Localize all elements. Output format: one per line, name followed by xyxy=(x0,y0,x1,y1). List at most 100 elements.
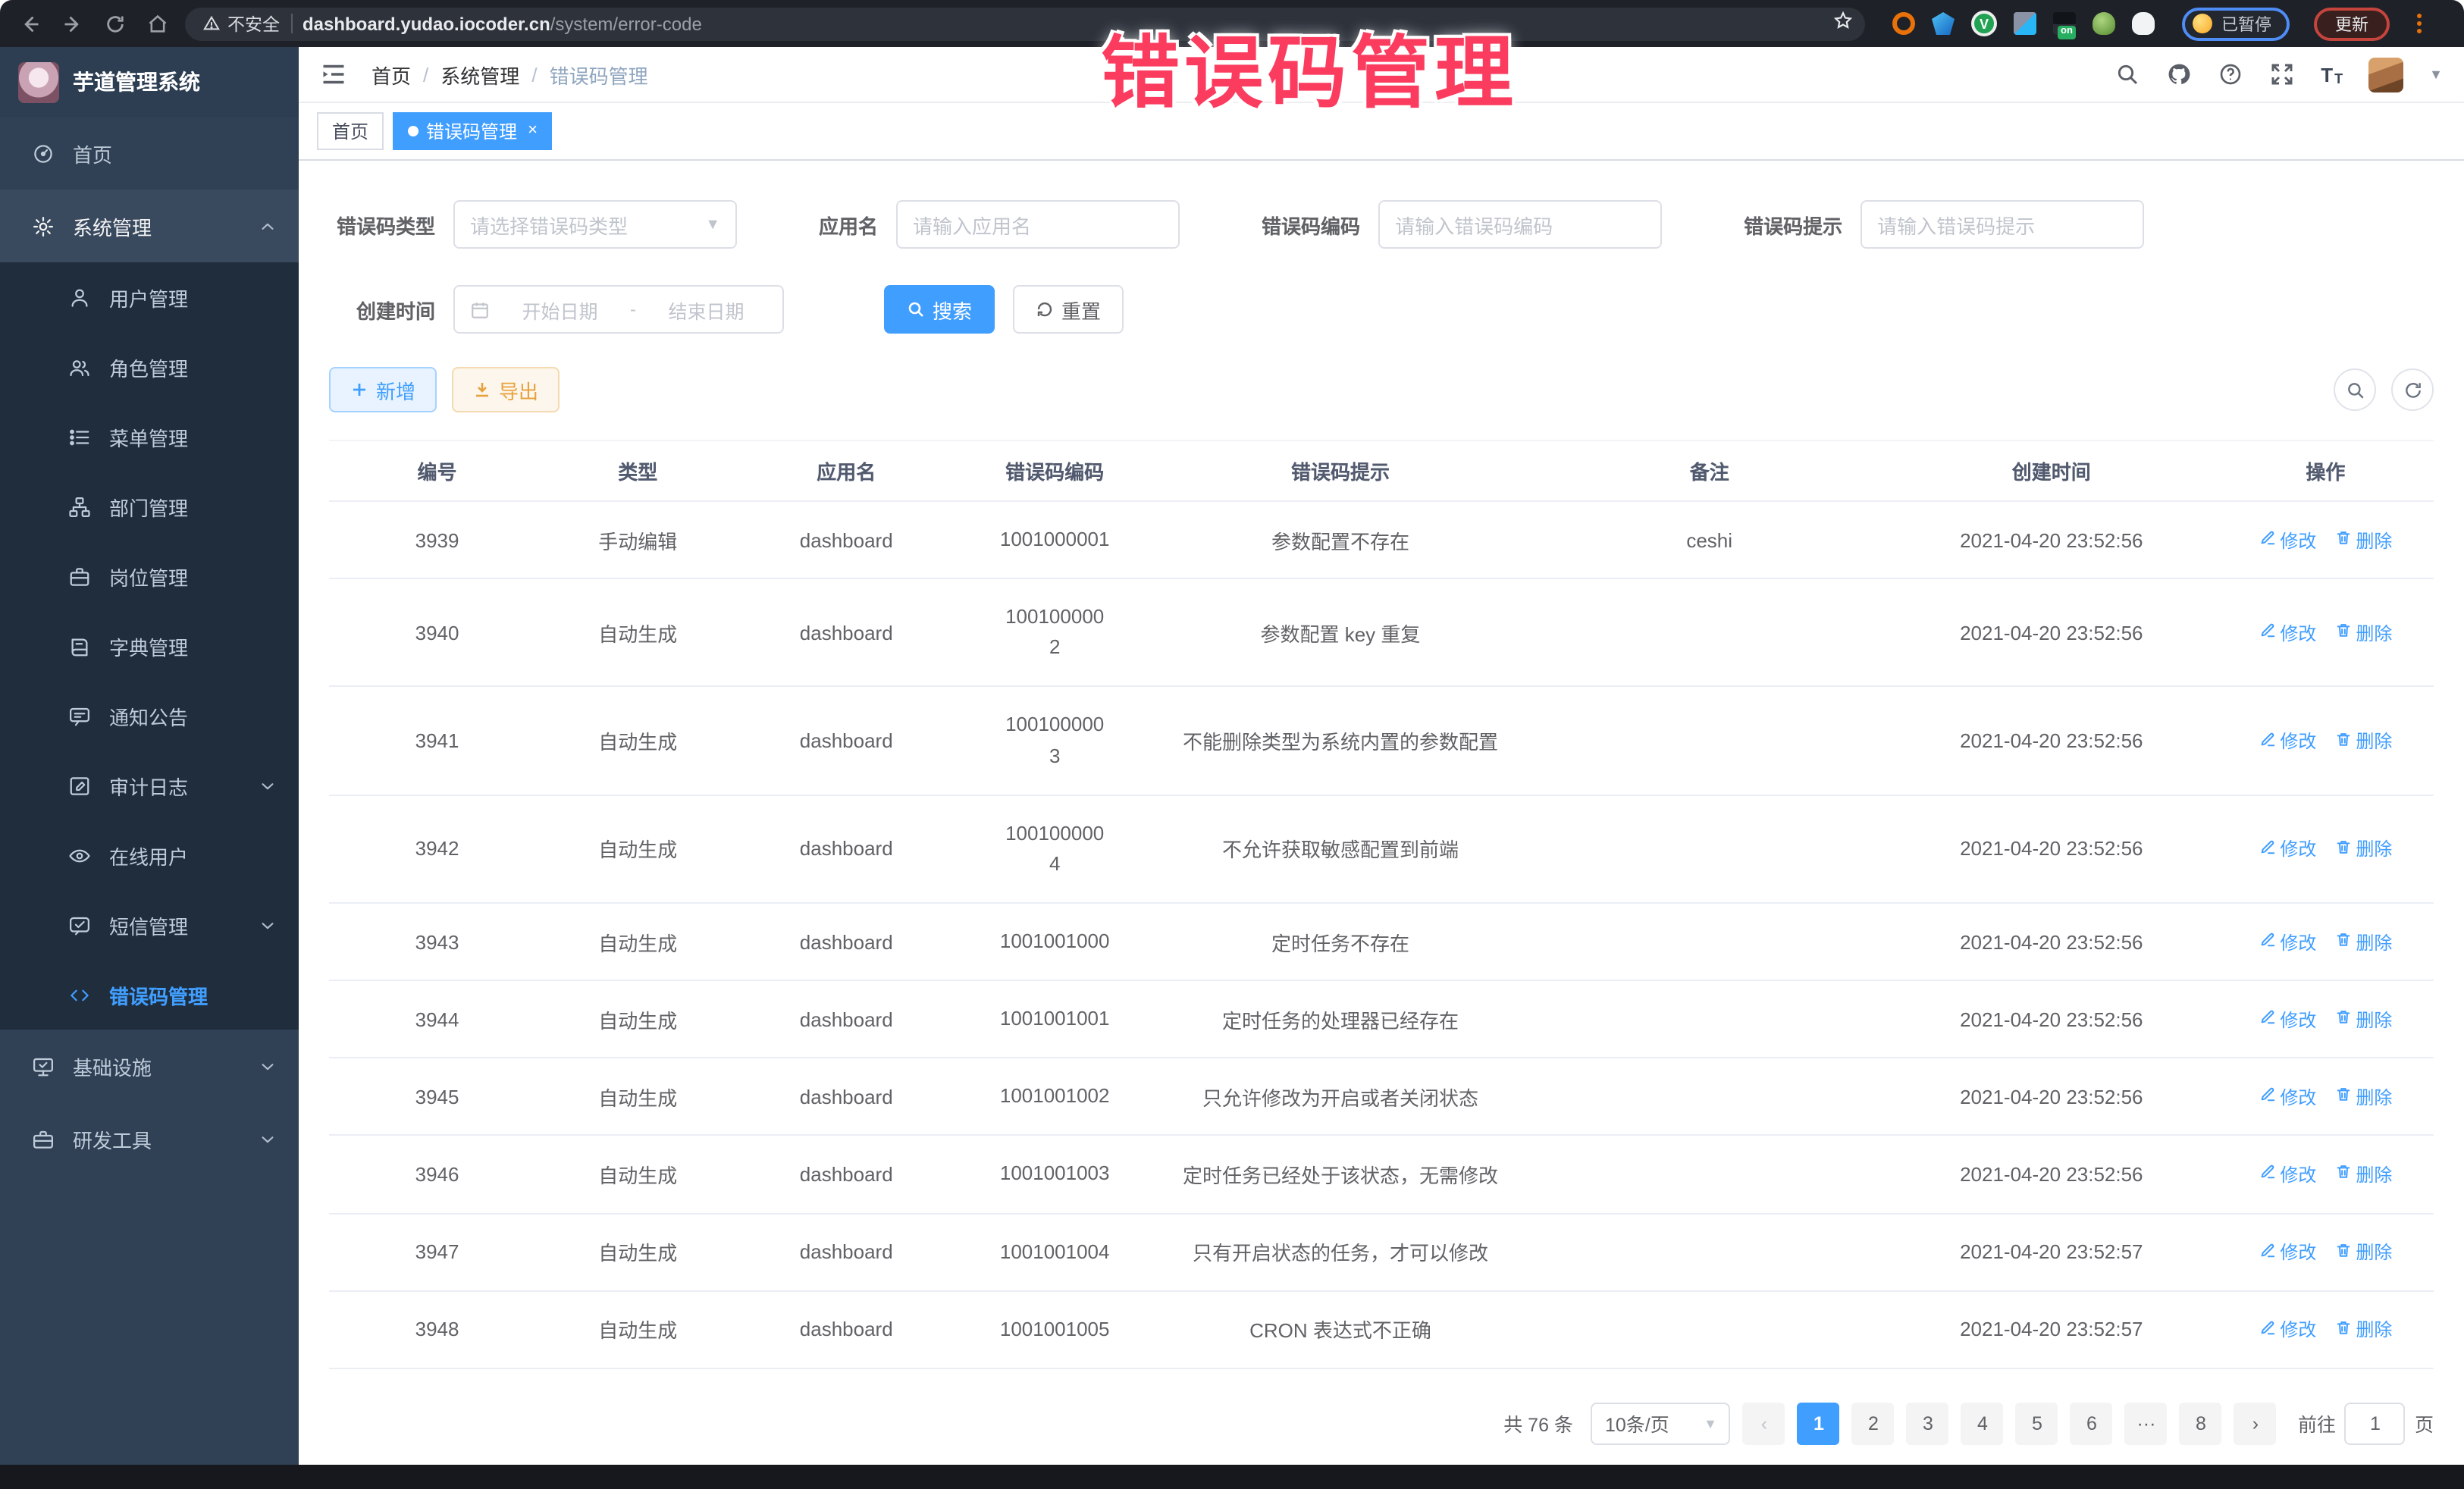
edit-link[interactable]: 修改 xyxy=(2259,1006,2316,1032)
tag-tab[interactable]: 错误码管理× xyxy=(393,112,553,150)
sidebar-item-audit-log[interactable]: 审计日志 xyxy=(0,751,299,820)
browser-update-button[interactable]: 更新 xyxy=(2314,7,2390,40)
breadcrumb-system[interactable]: 系统管理 xyxy=(440,60,519,89)
pencil-icon xyxy=(2259,1319,2275,1340)
prev-page-button[interactable]: ‹ xyxy=(1743,1403,1785,1445)
end-date-input[interactable]: 结束日期 xyxy=(645,295,767,324)
filter-select[interactable]: 请选择错误码类型▼ xyxy=(453,200,737,249)
extension-gem-icon[interactable] xyxy=(1932,12,1955,35)
app-logo-row[interactable]: 芋道管理系统 xyxy=(0,47,299,117)
code-icon xyxy=(67,983,91,1007)
sidebar-item-infrastructure[interactable]: 基础设施 xyxy=(0,1030,299,1102)
cell-actions: 修改删除 xyxy=(2218,1290,2434,1368)
extension-orange-icon[interactable] xyxy=(1892,12,1915,35)
user-avatar[interactable] xyxy=(2368,57,2403,92)
next-page-button[interactable]: › xyxy=(2234,1403,2277,1445)
edit-link[interactable]: 修改 xyxy=(2259,1161,2316,1187)
edit-link[interactable]: 修改 xyxy=(2259,1239,2316,1265)
sidebar-item-briefcase[interactable]: 岗位管理 xyxy=(0,541,299,611)
sidebar-item-org-tree[interactable]: 部门管理 xyxy=(0,472,299,541)
tag-tab[interactable]: 首页 xyxy=(317,112,384,150)
fullscreen-icon[interactable] xyxy=(2269,61,2295,87)
edit-link[interactable]: 修改 xyxy=(2259,1317,2316,1343)
delete-link[interactable]: 删除 xyxy=(2334,929,2392,955)
page-button-1[interactable]: 1 xyxy=(1798,1403,1840,1445)
header-search-icon[interactable] xyxy=(2114,61,2140,87)
page-button-8[interactable]: 8 xyxy=(2180,1403,2222,1445)
extension-grid-icon[interactable] xyxy=(2014,12,2036,35)
sidebar-item-gear[interactable]: 系统管理 xyxy=(0,190,299,262)
delete-link[interactable]: 删除 xyxy=(2334,1161,2392,1187)
page-button-2[interactable]: 2 xyxy=(1852,1403,1895,1445)
hamburger-icon[interactable] xyxy=(320,61,347,88)
reset-button[interactable]: 重置 xyxy=(1013,285,1124,334)
address-bar[interactable]: 不安全 dashboard.yudao.iocoder.cn/system/er… xyxy=(185,7,1865,40)
sidebar-item-code[interactable]: 错误码管理 xyxy=(0,960,299,1030)
browser-profile-chip[interactable]: 已暂停 xyxy=(2182,7,2290,40)
delete-link[interactable]: 删除 xyxy=(2334,620,2392,646)
avatar-caret-icon[interactable]: ▼ xyxy=(2429,67,2443,82)
sidebar-item-online-user[interactable]: 在线用户 xyxy=(0,820,299,890)
reload-icon[interactable] xyxy=(100,8,130,39)
cell-code: 1001000004 xyxy=(962,795,1147,903)
security-warning[interactable]: 不安全 xyxy=(203,11,280,36)
sidebar-item-dev-tools[interactable]: 研发工具 xyxy=(0,1102,299,1175)
pencil-icon xyxy=(2259,730,2275,751)
error-code-value: 1001001002 xyxy=(971,1082,1138,1112)
edit-link[interactable]: 修改 xyxy=(2259,836,2316,862)
sidebar-item-dictionary[interactable]: 字典管理 xyxy=(0,611,299,681)
page-size-select[interactable]: 10条/页▼ xyxy=(1591,1403,1731,1445)
page-button-5[interactable]: 5 xyxy=(2016,1403,2058,1445)
help-icon[interactable] xyxy=(2218,61,2243,87)
breadcrumb-home[interactable]: 首页 xyxy=(371,60,411,89)
date-range-picker[interactable]: 开始日期 - 结束日期 xyxy=(453,285,784,334)
font-size-icon[interactable]: TT xyxy=(2321,63,2343,86)
more-pages-button[interactable]: ··· xyxy=(2125,1403,2168,1445)
sidebar-item-announcement[interactable]: 通知公告 xyxy=(0,681,299,751)
extension-ghost-icon[interactable] xyxy=(2132,12,2155,35)
delete-link[interactable]: 删除 xyxy=(2334,728,2392,754)
extension-check-icon[interactable]: V xyxy=(1971,11,1997,36)
sidebar-item-sms[interactable]: 短信管理 xyxy=(0,890,299,960)
edit-link[interactable]: 修改 xyxy=(2259,1084,2316,1110)
sidebar-item-menu-list[interactable]: 菜单管理 xyxy=(0,402,299,472)
edit-link[interactable]: 修改 xyxy=(2259,728,2316,754)
search-button[interactable]: 搜索 xyxy=(884,285,995,334)
sidebar-item-users[interactable]: 角色管理 xyxy=(0,332,299,402)
bookmark-star-icon[interactable] xyxy=(1833,10,1853,37)
filter-input[interactable]: 请输入错误码编码 xyxy=(1378,200,1662,249)
url-domain: dashboard.yudao.iocoder.cn xyxy=(303,13,550,34)
sidebar-item-user[interactable]: 用户管理 xyxy=(0,262,299,332)
page-button-3[interactable]: 3 xyxy=(1907,1403,1949,1445)
github-icon[interactable] xyxy=(2166,61,2192,87)
goto-page-input[interactable]: 1 xyxy=(2345,1403,2406,1445)
refresh-button[interactable] xyxy=(2391,368,2434,411)
forward-icon[interactable] xyxy=(58,8,88,39)
edit-link[interactable]: 修改 xyxy=(2259,527,2316,553)
browser-menu-icon[interactable] xyxy=(2411,14,2426,33)
filter-input[interactable]: 请输入应用名 xyxy=(896,200,1180,249)
delete-link[interactable]: 删除 xyxy=(2334,1084,2392,1110)
delete-link[interactable]: 删除 xyxy=(2334,1317,2392,1343)
filter-input[interactable]: 请输入错误码提示 xyxy=(1861,200,2144,249)
page-button-6[interactable]: 6 xyxy=(2071,1403,2113,1445)
edit-link[interactable]: 修改 xyxy=(2259,620,2316,646)
delete-link[interactable]: 删除 xyxy=(2334,836,2392,862)
cell-actions: 修改删除 xyxy=(2218,501,2434,578)
start-date-input[interactable]: 开始日期 xyxy=(499,295,621,324)
extension-switch-icon[interactable]: on xyxy=(2053,12,2076,35)
tab-close-icon[interactable]: × xyxy=(528,123,538,139)
extension-green-icon[interactable] xyxy=(2093,12,2115,35)
export-button[interactable]: 导出 xyxy=(452,367,560,412)
delete-link[interactable]: 删除 xyxy=(2334,1006,2392,1032)
sidebar-item-dashboard[interactable]: 首页 xyxy=(0,117,299,190)
delete-link[interactable]: 删除 xyxy=(2334,527,2392,553)
edit-link[interactable]: 修改 xyxy=(2259,929,2316,955)
back-icon[interactable] xyxy=(15,8,45,39)
toggle-search-button[interactable] xyxy=(2334,368,2376,411)
add-button[interactable]: 新增 xyxy=(329,367,437,412)
cell-code: 1001001002 xyxy=(962,1058,1147,1136)
delete-link[interactable]: 删除 xyxy=(2334,1239,2392,1265)
page-button-4[interactable]: 4 xyxy=(1961,1403,2004,1445)
home-icon[interactable] xyxy=(143,8,173,39)
